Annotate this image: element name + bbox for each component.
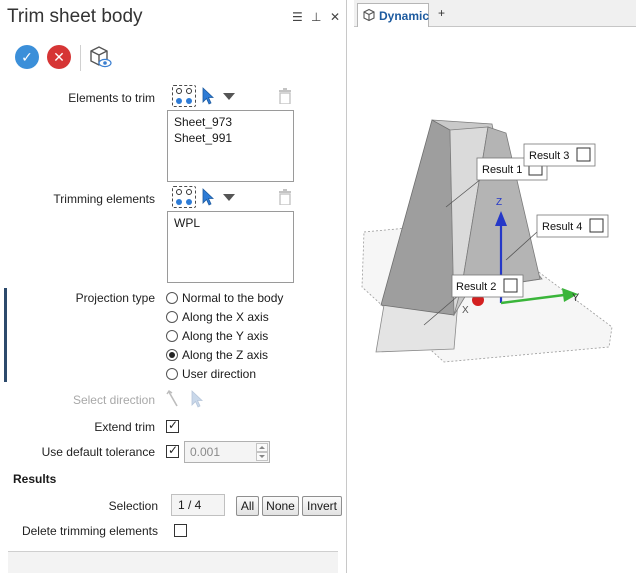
invert-selection-button[interactable]: Invert <box>302 496 342 516</box>
cube-icon <box>363 8 375 22</box>
panel-footer-bar <box>8 551 338 573</box>
select-all-button[interactable]: All <box>236 496 259 516</box>
elements-to-trim-list[interactable]: Sheet_973 Sheet_991 <box>167 110 294 182</box>
panel-title: Trim sheet body <box>7 6 143 27</box>
trim-sheet-body-panel: Trim sheet body ☰ ⊥ ✕ ✓ ✕ Elements to tr… <box>0 0 347 573</box>
chevron-down-icon[interactable] <box>223 93 235 100</box>
result-tag-4[interactable]: Result 4 <box>536 214 609 238</box>
pin-icon[interactable]: ⊥ <box>311 10 321 24</box>
tab-dynamic[interactable]: Dynamic <box>357 3 429 27</box>
pick-cursor-icon[interactable] <box>202 87 214 105</box>
tab-label: Dynamic <box>379 9 430 23</box>
extend-trim-checkbox[interactable] <box>166 418 179 433</box>
spin-up-icon[interactable] <box>256 443 268 452</box>
scene-canvas[interactable]: Z Y X Result 1 Result 3 Result 4 Result … <box>354 27 636 573</box>
viewport-3d[interactable]: Dynamic + Z Y X Result 1 Result 3 Result… <box>354 0 636 573</box>
radio-user-direction[interactable]: User direction <box>166 365 256 382</box>
ok-button[interactable]: ✓ <box>15 45 39 69</box>
default-tolerance-label: Use default tolerance <box>41 445 155 459</box>
selection-value: 1 / 4 <box>178 498 202 512</box>
delete-trimming-checkbox[interactable] <box>174 524 187 537</box>
toolbar-divider <box>80 45 81 71</box>
radio-button[interactable] <box>166 310 178 323</box>
default-tolerance-checkbox[interactable] <box>166 443 179 458</box>
panel-menu-icon[interactable]: ☰ <box>292 10 303 24</box>
projection-type-label: Projection type <box>75 291 155 305</box>
radio-along-z-axis[interactable]: Along the Z axis <box>166 346 268 363</box>
result-tag-label: Result 2 <box>456 281 496 293</box>
tolerance-value: 0.001 <box>190 445 221 459</box>
trimming-elements-list[interactable]: WPL <box>167 211 294 283</box>
z-axis-label: Z <box>496 197 502 208</box>
direction-arrow-icon <box>166 390 178 407</box>
results-heading: Results <box>13 472 57 486</box>
list-item[interactable]: WPL <box>174 215 287 231</box>
multi-select-icon[interactable] <box>172 85 196 107</box>
result-tag-label: Result 4 <box>542 221 582 233</box>
spin-down-icon[interactable] <box>256 452 268 461</box>
cancel-button[interactable]: ✕ <box>47 45 71 69</box>
radio-button[interactable] <box>166 329 178 342</box>
extend-trim-label: Extend trim <box>94 420 155 434</box>
radio-normal-to-body[interactable]: Normal to the body <box>166 289 283 306</box>
selection-field: 1 / 4 <box>171 494 225 516</box>
pick-cursor-icon <box>191 390 203 408</box>
radio-along-y-axis[interactable]: Along the Y axis <box>166 327 268 344</box>
close-panel-icon[interactable]: ✕ <box>330 10 340 24</box>
result-tag-checkbox[interactable] <box>503 278 518 293</box>
list-item[interactable]: Sheet_991 <box>174 130 287 146</box>
result-tag-label: Result 1 <box>482 164 522 176</box>
radio-label: Along the Y axis <box>182 328 269 343</box>
radio-along-x-axis[interactable]: Along the X axis <box>166 308 269 325</box>
radio-button-selected[interactable] <box>166 348 178 361</box>
radio-label: Normal to the body <box>182 290 284 305</box>
trash-icon[interactable] <box>278 189 292 205</box>
radio-label: User direction <box>182 366 257 381</box>
tolerance-input[interactable]: 0.001 <box>184 441 270 463</box>
y-axis-label: Y <box>572 292 580 304</box>
multi-select-icon[interactable] <box>172 186 196 208</box>
add-tab-icon[interactable]: + <box>438 6 445 20</box>
result-tag-3[interactable]: Result 3 <box>523 143 596 167</box>
radio-label: Along the Z axis <box>182 347 269 362</box>
pick-cursor-icon[interactable] <box>202 188 214 206</box>
trash-icon[interactable] <box>278 88 292 104</box>
result-tag-checkbox[interactable] <box>576 147 591 162</box>
delete-trimming-label: Delete trimming elements <box>21 524 158 538</box>
list-item[interactable]: Sheet_973 <box>174 114 287 130</box>
preview-cube-icon[interactable] <box>88 44 112 70</box>
select-none-button[interactable]: None <box>262 496 299 516</box>
x-axis-label: X <box>462 305 469 316</box>
result-tag-2[interactable]: Result 2 <box>451 274 524 298</box>
radio-button[interactable] <box>166 291 178 304</box>
section-accent-bar <box>4 288 7 382</box>
result-tag-checkbox[interactable] <box>589 218 604 233</box>
select-direction-label: Select direction <box>72 393 155 407</box>
viewport-tab-bar: Dynamic + <box>354 0 636 27</box>
result-body-1[interactable] <box>380 119 455 316</box>
chevron-down-icon[interactable] <box>223 194 235 201</box>
result-tag-label: Result 3 <box>529 150 569 162</box>
elements-to-trim-label: Elements to trim <box>68 91 155 105</box>
trimming-elements-label: Trimming elements <box>53 192 155 206</box>
radio-label: Along the X axis <box>182 309 269 324</box>
selection-label: Selection <box>108 499 158 513</box>
radio-button[interactable] <box>166 367 178 380</box>
